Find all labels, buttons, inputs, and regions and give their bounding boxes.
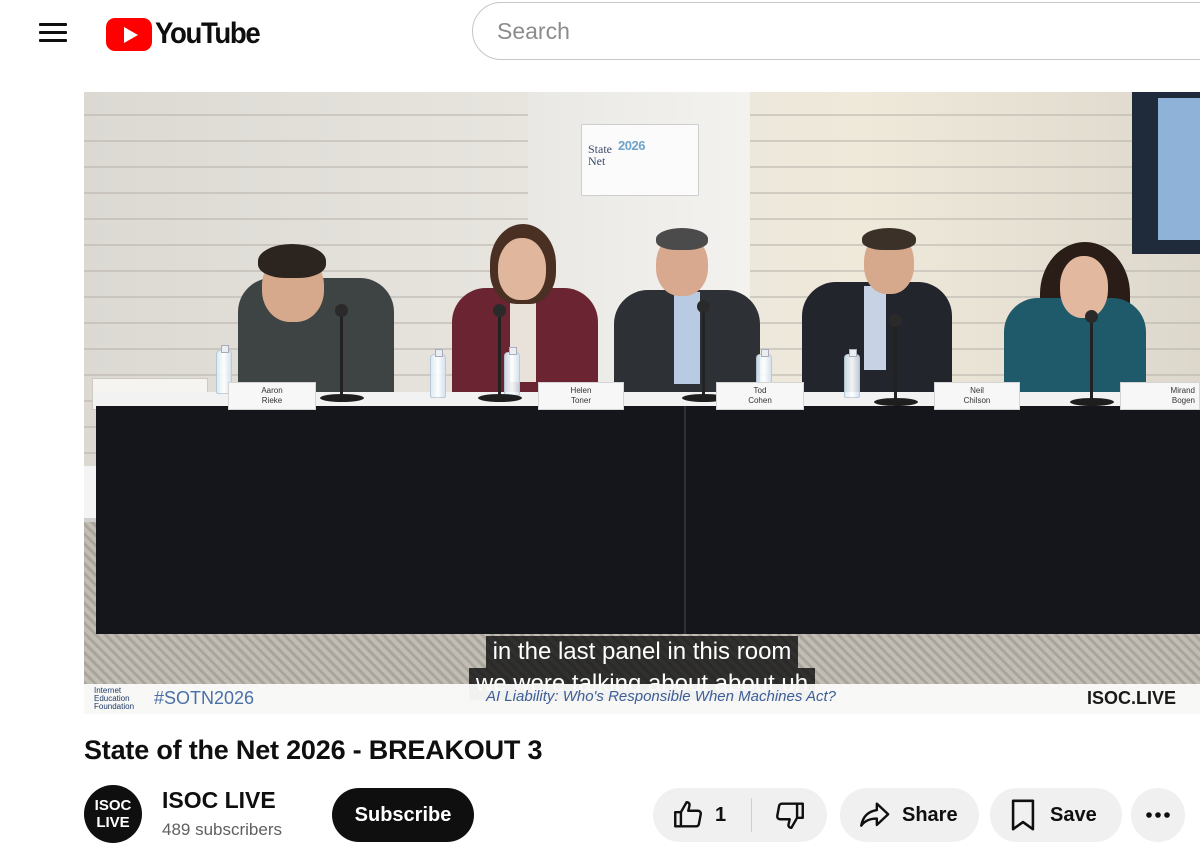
more-icon bbox=[1145, 811, 1171, 819]
lower-third: Internet Education Foundation #SOTN2026 … bbox=[84, 684, 1200, 714]
microphone bbox=[682, 300, 726, 402]
youtube-logo[interactable]: YouTube bbox=[106, 14, 268, 54]
save-icon bbox=[1008, 798, 1038, 832]
water-bottle bbox=[504, 347, 520, 396]
water-bottle bbox=[430, 349, 446, 398]
table-cloth bbox=[96, 406, 1200, 634]
save-button[interactable]: Save bbox=[990, 788, 1122, 842]
nameplate: Mirand Bogen bbox=[1120, 382, 1200, 410]
save-label: Save bbox=[1050, 803, 1097, 826]
microphone bbox=[478, 304, 522, 402]
nameplate: Aaron Rieke bbox=[228, 382, 316, 410]
video-player[interactable]: State Net 2026 Aaron Rieke Helen Toner T… bbox=[84, 92, 1200, 714]
microphone bbox=[1070, 310, 1114, 406]
sign-text-year: 2026 bbox=[618, 138, 645, 153]
share-icon bbox=[856, 798, 892, 832]
channel-name[interactable]: ISOC LIVE bbox=[162, 787, 276, 814]
microphone bbox=[874, 314, 918, 406]
hashtag: #SOTN2026 bbox=[154, 688, 255, 708]
like-icon bbox=[671, 798, 705, 832]
like-button[interactable]: 1 bbox=[653, 788, 751, 842]
share-label: Share bbox=[902, 803, 958, 826]
sign-text-state: State Net bbox=[588, 142, 612, 168]
nameplate: Helen Toner bbox=[538, 382, 624, 410]
conference-sign: State Net 2026 bbox=[581, 124, 699, 196]
microphone bbox=[320, 304, 364, 402]
org-logo-text: Internet Education Foundation bbox=[94, 686, 135, 711]
nameplate: Tod Cohen bbox=[716, 382, 804, 410]
nameplate: Neil Chilson bbox=[934, 382, 1020, 410]
session-title: AI Liability: Who's Responsible When Mac… bbox=[486, 688, 836, 705]
watermark: ISOC.LIVE bbox=[1086, 688, 1176, 708]
dislike-icon bbox=[773, 798, 807, 832]
subscriber-count: 489 subscribers bbox=[162, 820, 283, 839]
channel-avatar[interactable]: ISOC LIVE bbox=[84, 785, 142, 843]
water-bottle bbox=[844, 349, 860, 398]
dislike-button[interactable] bbox=[752, 788, 827, 842]
projector-screen bbox=[1132, 92, 1200, 254]
like-count: 1 bbox=[715, 803, 727, 826]
subscribe-button[interactable]: Subscribe bbox=[332, 788, 474, 842]
search-box bbox=[472, 2, 1200, 60]
more-actions-button[interactable] bbox=[1131, 788, 1185, 842]
logo-text: YouTube bbox=[155, 17, 261, 50]
caption-line-1: in the last panel in this room bbox=[485, 636, 799, 668]
video-title: State of the Net 2026 - BREAKOUT 3 bbox=[84, 735, 543, 765]
like-dislike-group: 1 bbox=[653, 788, 827, 842]
youtube-logo-icon bbox=[106, 17, 152, 51]
menu-icon[interactable] bbox=[36, 18, 72, 48]
search-input[interactable] bbox=[473, 3, 1200, 59]
share-button[interactable]: Share bbox=[840, 788, 979, 842]
